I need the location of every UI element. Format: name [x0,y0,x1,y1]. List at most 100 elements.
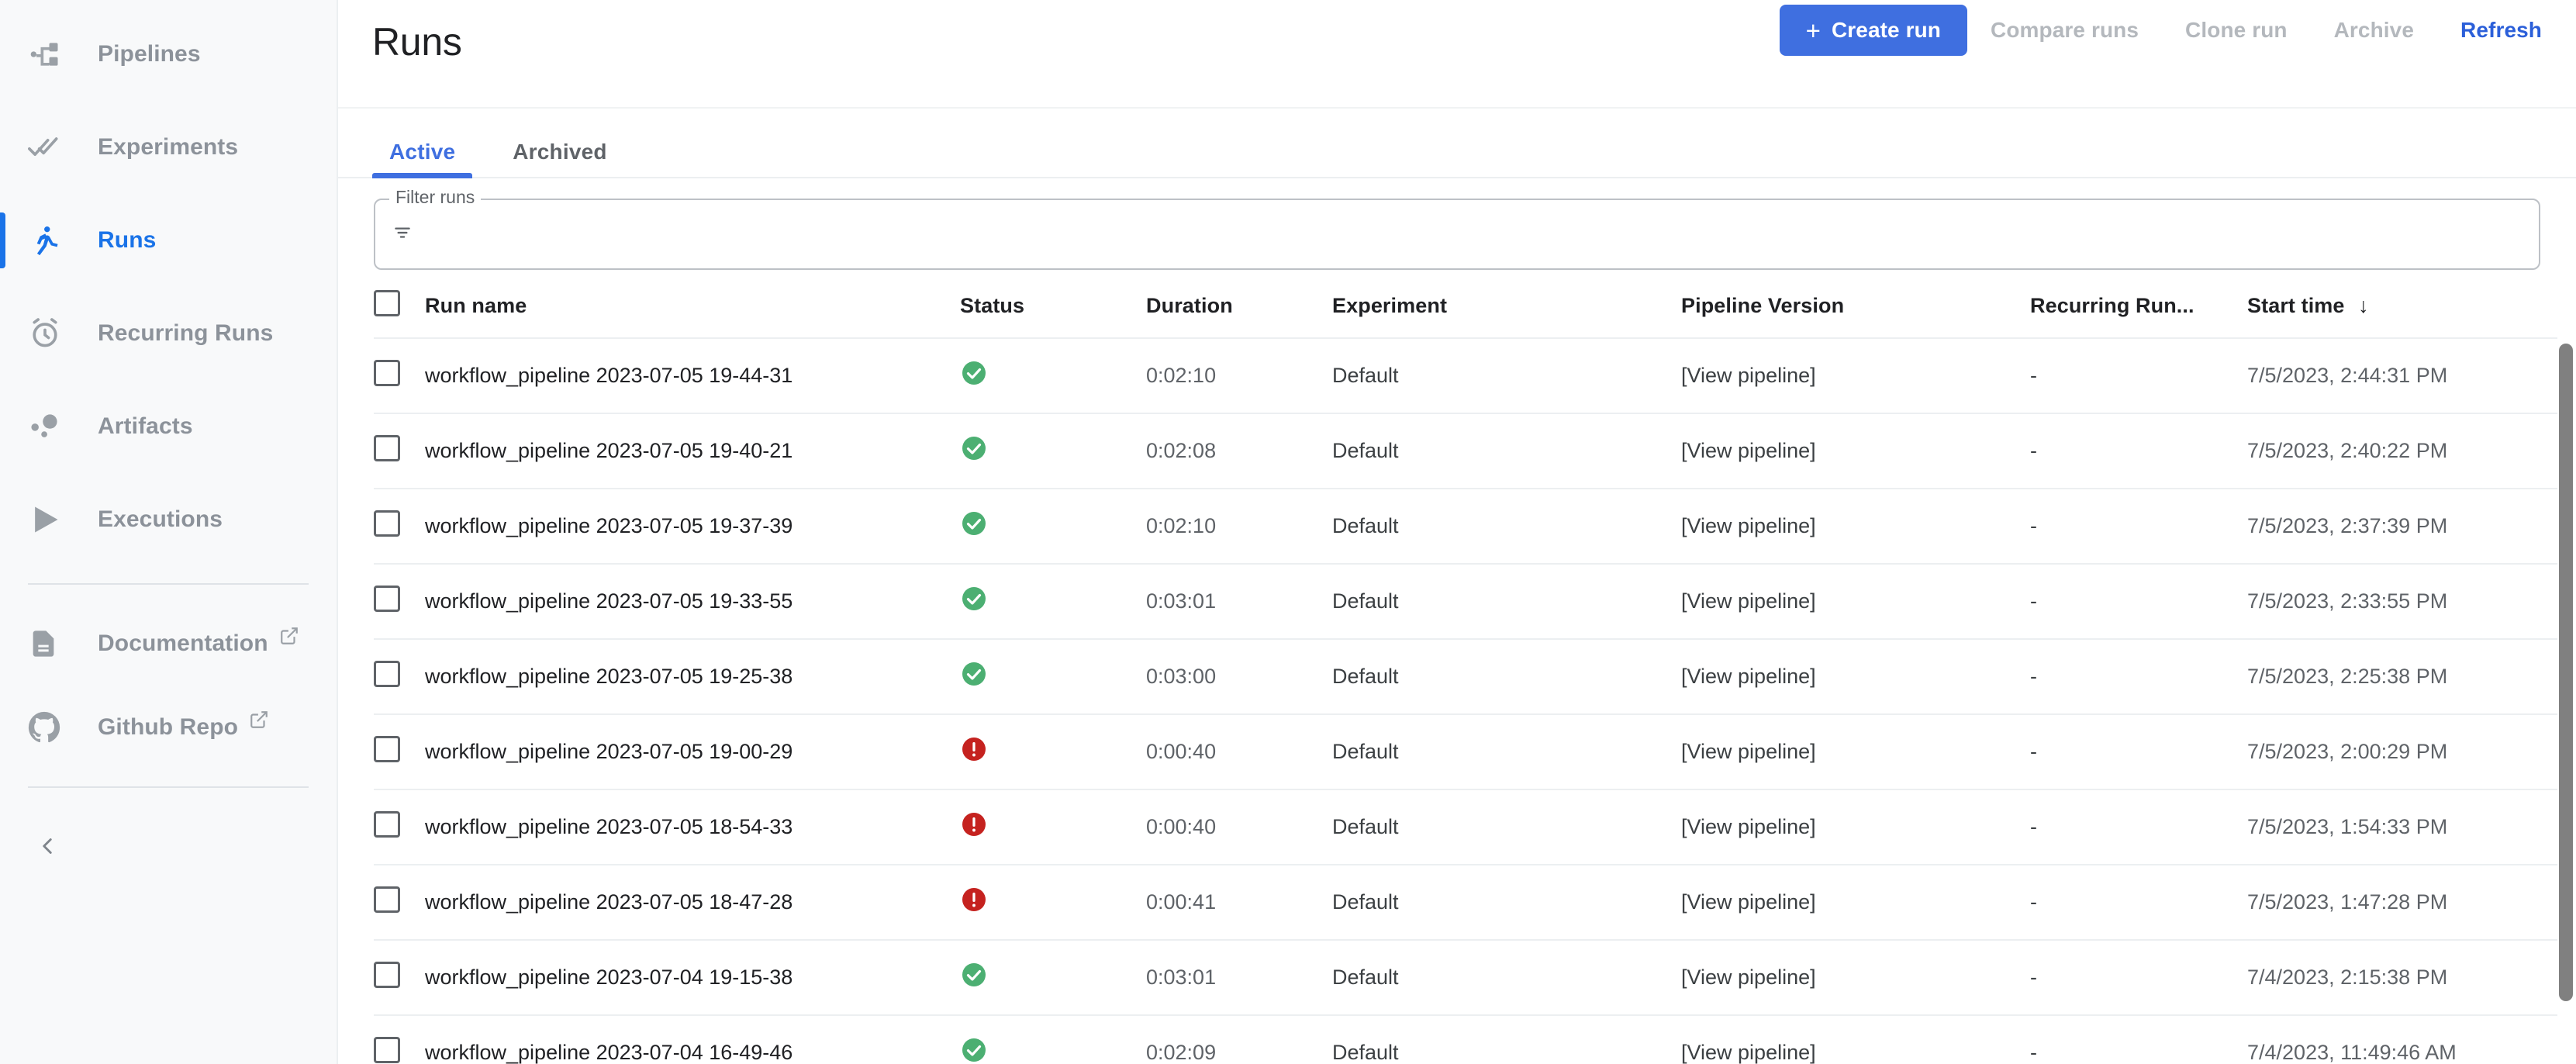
cell-start-time: 7/5/2023, 1:47:28 PM [2247,890,2448,914]
column-header-start-time-label: Start time [2247,294,2345,317]
cell-status [960,564,1146,639]
cell-pipeline-version[interactable]: [View pipeline] [1681,338,2030,413]
cell-recurring-run: - [2030,364,2037,387]
sidebar-collapse-button[interactable] [0,805,337,890]
table-row[interactable]: workflow_pipeline 2023-07-05 19-37-39 0:0… [374,489,2557,564]
sidebar-item-label: Experiments [98,134,239,160]
cell-experiment[interactable]: Default [1332,865,1681,940]
cell-run-name[interactable]: workflow_pipeline 2023-07-05 19-44-31 [425,338,960,413]
table-row[interactable]: workflow_pipeline 2023-07-05 19-25-38 0:0… [374,639,2557,714]
cell-experiment[interactable]: Default [1332,639,1681,714]
table-row[interactable]: workflow_pipeline 2023-07-05 18-54-33 0:0… [374,789,2557,865]
cell-run-name[interactable]: workflow_pipeline 2023-07-05 19-40-21 [425,413,960,489]
sidebar-item-artifacts[interactable]: Artifacts [0,380,337,473]
table-row[interactable]: workflow_pipeline 2023-07-04 19-15-38 0:0… [374,940,2557,1015]
cell-experiment[interactable]: Default [1332,1015,1681,1064]
external-link-icon [279,626,299,650]
filter-runs-field[interactable]: Filter runs [374,188,2540,270]
row-checkbox[interactable] [374,661,400,687]
cell-status [960,714,1146,789]
cell-pipeline-version[interactable]: [View pipeline] [1681,413,2030,489]
status-error-icon [960,735,988,769]
cell-run-name[interactable]: workflow_pipeline 2023-07-05 19-37-39 [425,489,960,564]
row-checkbox[interactable] [374,811,400,838]
select-all-header [374,270,425,338]
row-checkbox[interactable] [374,510,400,537]
filter-runs-input[interactable] [423,221,2539,247]
sidebar-divider-bottom [28,786,309,788]
cell-status [960,413,1146,489]
select-all-checkbox[interactable] [374,290,400,316]
row-checkbox[interactable] [374,435,400,461]
create-run-button[interactable]: + Create run [1779,5,1968,56]
table-row[interactable]: workflow_pipeline 2023-07-05 19-00-29 0:0… [374,714,2557,789]
cell-start-time: 7/5/2023, 2:33:55 PM [2247,589,2448,613]
column-header-run-name[interactable]: Run name [425,270,960,338]
sidebar-item-label: Executions [98,506,223,532]
column-header-experiment[interactable]: Experiment [1332,270,1681,338]
refresh-button[interactable]: Refresh [2437,5,2542,56]
cell-experiment[interactable]: Default [1332,714,1681,789]
cell-recurring-run: - [2030,439,2037,462]
cell-experiment[interactable]: Default [1332,338,1681,413]
sidebar-link-label: Documentation [98,630,268,656]
cell-experiment[interactable]: Default [1332,789,1681,865]
row-checkbox[interactable] [374,962,400,988]
cell-experiment[interactable]: Default [1332,489,1681,564]
cell-pipeline-version[interactable]: [View pipeline] [1681,639,2030,714]
column-header-recurring-run[interactable]: Recurring Run... [2030,270,2247,338]
scrollbar-thumb[interactable] [2559,344,2573,1001]
status-succeeded-icon [960,510,988,543]
cell-duration: 0:00:40 [1146,740,1217,763]
cell-run-name[interactable]: workflow_pipeline 2023-07-05 19-25-38 [425,639,960,714]
cell-run-name[interactable]: workflow_pipeline 2023-07-05 19-00-29 [425,714,960,789]
cell-pipeline-version[interactable]: [View pipeline] [1681,564,2030,639]
cell-pipeline-version[interactable]: [View pipeline] [1681,1015,2030,1064]
table-row[interactable]: workflow_pipeline 2023-07-05 18-47-28 0:0… [374,865,2557,940]
sidebar-item-pipelines[interactable]: Pipelines [0,8,337,101]
sidebar-item-executions[interactable]: Executions [0,473,337,566]
cell-run-name[interactable]: workflow_pipeline 2023-07-05 19-33-55 [425,564,960,639]
table-row[interactable]: workflow_pipeline 2023-07-05 19-33-55 0:0… [374,564,2557,639]
sidebar-link-documentation[interactable]: Documentation [0,602,337,686]
table-row[interactable]: workflow_pipeline 2023-07-05 19-44-31 0:0… [374,338,2557,413]
compare-runs-button[interactable]: Compare runs [1967,5,2162,56]
cell-experiment[interactable]: Default [1332,564,1681,639]
sidebar-link-github-repo[interactable]: Github Repo [0,686,337,769]
cell-run-name[interactable]: workflow_pipeline 2023-07-04 16-49-46 [425,1015,960,1064]
table-row[interactable]: workflow_pipeline 2023-07-05 19-40-21 0:0… [374,413,2557,489]
cell-run-name[interactable]: workflow_pipeline 2023-07-05 18-54-33 [425,789,960,865]
tab-active[interactable]: Active [372,140,473,178]
recurring-runs-icon [28,316,76,351]
sidebar-item-recurring-runs[interactable]: Recurring Runs [0,287,337,380]
row-checkbox[interactable] [374,360,400,386]
column-header-duration[interactable]: Duration [1146,270,1332,338]
archive-button[interactable]: Archive [2311,5,2437,56]
cell-run-name[interactable]: workflow_pipeline 2023-07-05 18-47-28 [425,865,960,940]
cell-start-time: 7/4/2023, 2:15:38 PM [2247,966,2448,989]
row-checkbox[interactable] [374,886,400,913]
column-header-pipeline-version[interactable]: Pipeline Version [1681,270,2030,338]
sidebar-item-runs[interactable]: Runs [0,194,337,287]
cell-pipeline-version[interactable]: [View pipeline] [1681,865,2030,940]
cell-pipeline-version[interactable]: [View pipeline] [1681,714,2030,789]
column-header-start-time[interactable]: Start time ↓ [2247,270,2557,338]
row-checkbox[interactable] [374,736,400,762]
toolbar: + Create run Compare runs Clone run Arch… [1779,5,2542,56]
row-checkbox[interactable] [374,1037,400,1063]
row-checkbox[interactable] [374,586,400,612]
tab-archived[interactable]: Archived [496,140,623,177]
cell-recurring-run: - [2030,740,2037,763]
cell-experiment[interactable]: Default [1332,413,1681,489]
sidebar-item-experiments[interactable]: Experiments [0,101,337,194]
cell-pipeline-version[interactable]: [View pipeline] [1681,789,2030,865]
cell-status [960,1015,1146,1064]
cell-experiment[interactable]: Default [1332,940,1681,1015]
cell-duration: 0:00:41 [1146,890,1217,914]
cell-pipeline-version[interactable]: [View pipeline] [1681,940,2030,1015]
cell-run-name[interactable]: workflow_pipeline 2023-07-04 19-15-38 [425,940,960,1015]
cell-pipeline-version[interactable]: [View pipeline] [1681,489,2030,564]
clone-run-button[interactable]: Clone run [2162,5,2311,56]
table-row[interactable]: workflow_pipeline 2023-07-04 16-49-46 0:0… [374,1015,2557,1064]
column-header-status[interactable]: Status [960,270,1146,338]
